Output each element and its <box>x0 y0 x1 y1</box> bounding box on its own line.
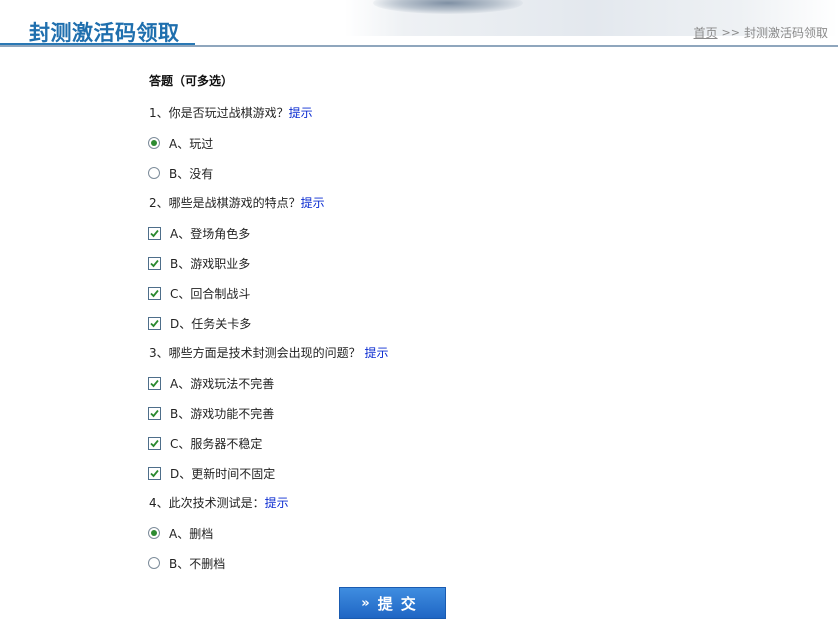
checkbox-checked[interactable] <box>148 256 161 270</box>
checkbox-checked[interactable] <box>148 436 161 450</box>
double-chevron-right-icon: » <box>361 595 370 611</box>
option-label: A、玩过 <box>169 136 214 151</box>
option-label: B、不删档 <box>169 556 226 571</box>
checkmark-icon <box>150 439 159 447</box>
checkmark-icon <box>150 229 159 237</box>
form-heading: 答题（可多选） <box>149 74 234 88</box>
option-label: A、登场角色多 <box>170 226 251 241</box>
option-q2-a[interactable]: A、登场角色多 <box>148 225 250 241</box>
option-label: A、删档 <box>169 526 214 541</box>
question-1: 1、你是否玩过战棋游戏？提示 <box>149 104 313 121</box>
option-q4-b[interactable]: B、不删档 <box>148 555 225 571</box>
option-q3-a[interactable]: A、游戏玩法不完善 <box>148 375 274 391</box>
submit-label: 提交 <box>377 594 424 613</box>
submit-button[interactable]: » 提交 <box>339 587 446 619</box>
question-text: 3、哪些方面是技术封测会出现的问题？ <box>149 346 361 360</box>
checkbox-checked[interactable] <box>148 226 161 240</box>
option-q4-a[interactable]: A、删档 <box>148 525 213 541</box>
option-q3-c[interactable]: C、服务器不稳定 <box>148 435 262 451</box>
hint-link[interactable]: 提示 <box>364 346 388 360</box>
option-label: A、游戏玩法不完善 <box>170 376 275 391</box>
option-label: C、服务器不稳定 <box>170 436 263 451</box>
radio-button[interactable] <box>148 167 160 179</box>
option-label: B、游戏功能不完善 <box>170 406 275 421</box>
checkmark-icon <box>150 469 159 477</box>
checkmark-icon <box>150 259 159 267</box>
option-label: D、更新时间不固定 <box>170 466 276 481</box>
radio-button[interactable] <box>148 557 160 569</box>
radio-button-selected[interactable] <box>148 527 160 539</box>
option-q2-d[interactable]: D、任务关卡多 <box>148 315 251 331</box>
option-label: B、游戏职业多 <box>170 256 251 271</box>
quiz-form: 答题（可多选） 1、你是否玩过战棋游戏？提示 A、玩过 B、没有 2、哪些是战棋… <box>0 0 838 641</box>
option-q3-d[interactable]: D、更新时间不固定 <box>148 465 275 481</box>
checkbox-checked[interactable] <box>148 316 161 330</box>
checkbox-checked[interactable] <box>148 466 161 480</box>
checkmark-icon <box>150 409 159 417</box>
checkmark-icon <box>150 289 159 297</box>
question-3: 3、哪些方面是技术封测会出现的问题？ 提示 <box>149 344 388 361</box>
hint-link[interactable]: 提示 <box>289 106 313 120</box>
option-q2-b[interactable]: B、游戏职业多 <box>148 255 250 271</box>
question-text: 4、此次技术测试是： <box>149 496 265 510</box>
option-label: B、没有 <box>169 166 214 181</box>
option-label: D、任务关卡多 <box>170 316 252 331</box>
checkmark-icon <box>150 319 159 327</box>
option-q1-a[interactable]: A、玩过 <box>148 135 213 151</box>
checkbox-checked[interactable] <box>148 286 161 300</box>
checkbox-checked[interactable] <box>148 376 161 390</box>
question-text: 2、哪些是战棋游戏的特点？ <box>149 196 301 210</box>
question-text: 1、你是否玩过战棋游戏？ <box>149 106 289 120</box>
hint-link[interactable]: 提示 <box>265 496 289 510</box>
option-q1-b[interactable]: B、没有 <box>148 165 213 181</box>
question-4: 4、此次技术测试是：提示 <box>149 494 289 511</box>
option-label: C、回合制战斗 <box>170 286 251 301</box>
checkmark-icon <box>150 379 159 387</box>
radio-button-selected[interactable] <box>148 137 160 149</box>
checkbox-checked[interactable] <box>148 406 161 420</box>
question-2: 2、哪些是战棋游戏的特点？提示 <box>149 194 325 211</box>
option-q2-c[interactable]: C、回合制战斗 <box>148 285 250 301</box>
option-q3-b[interactable]: B、游戏功能不完善 <box>148 405 274 421</box>
hint-link[interactable]: 提示 <box>301 196 325 210</box>
